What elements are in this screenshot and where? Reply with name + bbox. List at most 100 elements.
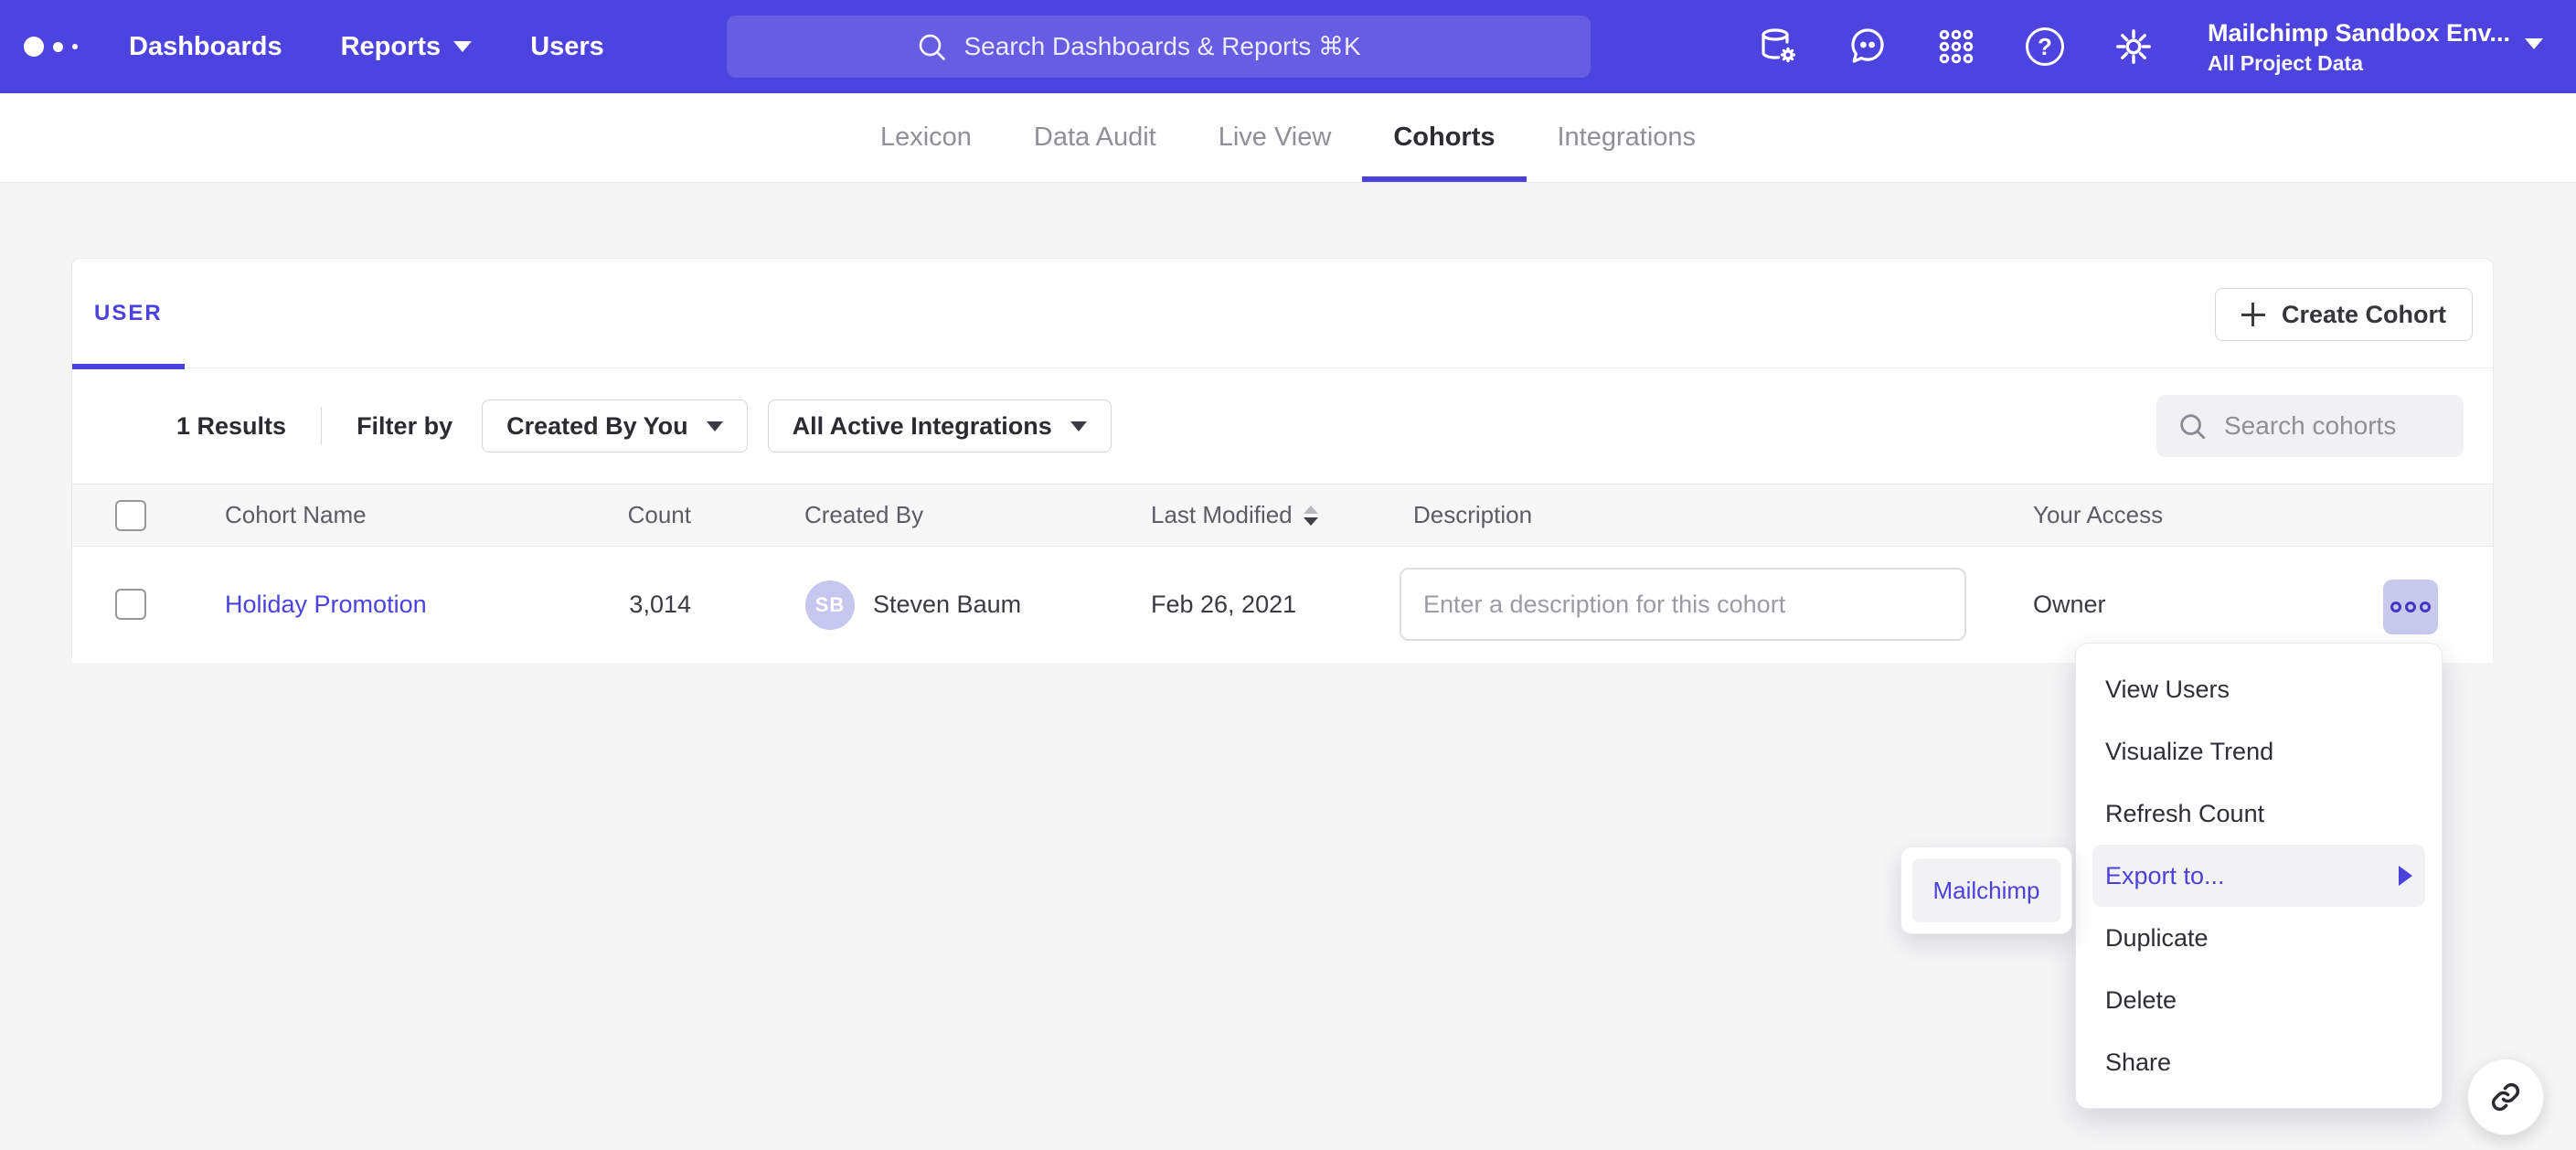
tab-live-view[interactable]: Live View xyxy=(1187,93,1363,182)
menu-item-refresh-count[interactable]: Refresh Count xyxy=(2076,783,2442,845)
chevron-down-icon xyxy=(453,41,472,52)
data-settings-icon[interactable] xyxy=(1757,25,1801,69)
menu-item-label: Share xyxy=(2105,1049,2171,1077)
dot-icon xyxy=(2420,602,2431,612)
column-label: Created By xyxy=(804,501,923,529)
card-header: USER Create Cohort xyxy=(72,259,2493,368)
logo-dot-small xyxy=(72,44,78,49)
tab-label: USER xyxy=(94,301,163,326)
menu-item-export-to[interactable]: Export to... xyxy=(2092,845,2425,907)
filter-integrations-dropdown[interactable]: All Active Integrations xyxy=(768,399,1112,453)
column-header-your-access[interactable]: Your Access xyxy=(2033,484,2163,546)
divider xyxy=(321,407,322,445)
nav-link-label: Reports xyxy=(341,32,442,62)
nav-link-dashboards[interactable]: Dashboards xyxy=(129,32,282,62)
tab-lexicon[interactable]: Lexicon xyxy=(849,93,1003,182)
filter-label: Created By You xyxy=(506,412,688,441)
search-icon xyxy=(2177,410,2208,442)
menu-item-label: View Users xyxy=(2105,676,2230,704)
last-modified-cell: Feb 26, 2021 xyxy=(1151,547,1296,663)
created-by-cell: Steven Baum xyxy=(873,547,1021,663)
menu-item-label: Duplicate xyxy=(2105,924,2209,953)
select-all-checkbox[interactable] xyxy=(115,500,146,531)
avatar: SB xyxy=(805,580,855,630)
chevron-down-icon xyxy=(1070,421,1087,431)
nav-link-label: Dashboards xyxy=(129,32,282,62)
dot-icon xyxy=(2390,602,2401,612)
menu-item-visualize-trend[interactable]: Visualize Trend xyxy=(2076,720,2442,783)
filter-toolbar: 1 Results Filter by Created By You All A… xyxy=(72,368,2493,484)
nav-icon-group: ? xyxy=(1757,0,2156,93)
tab-integrations[interactable]: Integrations xyxy=(1527,93,1728,182)
create-cohort-label: Create Cohort xyxy=(2282,301,2446,329)
dot-icon xyxy=(2405,602,2416,612)
tab-label: Lexicon xyxy=(880,122,972,153)
filter-created-by-dropdown[interactable]: Created By You xyxy=(482,399,748,453)
results-count: 1 Results xyxy=(176,412,286,441)
apps-grid-icon[interactable] xyxy=(1934,25,1978,69)
chevron-down-icon[interactable] xyxy=(2525,38,2543,49)
column-header-description[interactable]: Description xyxy=(1413,484,1532,546)
cohort-search-input[interactable] xyxy=(2224,411,2443,441)
submenu-arrow-icon xyxy=(2399,866,2412,886)
settings-icon[interactable] xyxy=(2112,25,2156,69)
nav-link-users[interactable]: Users xyxy=(530,32,604,62)
export-submenu: Mailchimp xyxy=(1900,847,2072,934)
project-switcher[interactable]: Mailchimp Sandbox Env... All Project Dat… xyxy=(2208,16,2510,77)
tab-user-cohorts[interactable]: USER xyxy=(72,259,185,368)
description-input[interactable] xyxy=(1400,568,1966,641)
menu-item-label: Export to... xyxy=(2105,862,2225,890)
mixpanel-logo-icon[interactable] xyxy=(24,37,78,57)
feedback-icon[interactable] xyxy=(1846,25,1889,69)
cohorts-card: USER Create Cohort 1 Results Filter by C… xyxy=(71,258,2494,663)
column-header-count[interactable]: Count xyxy=(502,484,691,546)
chevron-down-icon xyxy=(707,421,723,431)
tab-label: Data Audit xyxy=(1034,122,1156,153)
menu-item-label: Delete xyxy=(2105,986,2177,1015)
filter-label: All Active Integrations xyxy=(793,412,1052,441)
count-cell: 3,014 xyxy=(502,547,691,663)
table-header: Cohort Name Count Created By Last Modifi… xyxy=(72,484,2493,547)
menu-item-duplicate[interactable]: Duplicate xyxy=(2076,907,2442,969)
nav-links: Dashboards Reports Users xyxy=(129,32,604,62)
menu-item-label: Refresh Count xyxy=(2105,800,2264,828)
row-overflow-menu-button[interactable] xyxy=(2383,580,2438,634)
copy-link-button[interactable] xyxy=(2467,1059,2544,1135)
tab-data-audit[interactable]: Data Audit xyxy=(1003,93,1187,182)
column-label: Count xyxy=(628,501,691,529)
logo-dot-medium xyxy=(53,42,63,52)
global-search-input[interactable] xyxy=(964,32,1403,61)
column-header-last-modified[interactable]: Last Modified xyxy=(1151,484,1318,546)
tab-label: Cohorts xyxy=(1393,122,1495,153)
cohort-name-link[interactable]: Holiday Promotion xyxy=(225,591,427,619)
column-label: Last Modified xyxy=(1151,501,1293,529)
column-label: Your Access xyxy=(2033,501,2163,529)
help-icon[interactable]: ? xyxy=(2023,25,2067,69)
menu-item-delete[interactable]: Delete xyxy=(2076,969,2442,1031)
menu-item-share[interactable]: Share xyxy=(2076,1031,2442,1093)
row-context-menu: View Users Visualize Trend Refresh Count… xyxy=(2075,643,2443,1109)
column-label: Cohort Name xyxy=(225,501,367,529)
search-icon xyxy=(915,30,948,63)
sort-desc-icon xyxy=(1304,517,1318,526)
logo-dot-large xyxy=(24,37,44,57)
global-search[interactable] xyxy=(727,16,1591,78)
sort-asc-icon xyxy=(1304,506,1318,514)
filter-by-label: Filter by xyxy=(357,412,452,441)
top-navbar: Dashboards Reports Users xyxy=(0,0,2576,93)
column-header-created-by[interactable]: Created By xyxy=(804,484,923,546)
create-cohort-button[interactable]: Create Cohort xyxy=(2215,288,2473,341)
sort-icon[interactable] xyxy=(1304,506,1318,526)
app-root: Dashboards Reports Users xyxy=(0,0,2576,1150)
tab-label: Integrations xyxy=(1558,122,1697,153)
tab-cohorts[interactable]: Cohorts xyxy=(1362,93,1526,182)
row-checkbox[interactable] xyxy=(115,589,146,620)
menu-item-view-users[interactable]: View Users xyxy=(2076,658,2442,720)
submenu-item-mailchimp[interactable]: Mailchimp xyxy=(1912,858,2060,922)
help-glyph: ? xyxy=(2026,27,2064,66)
cohort-search[interactable] xyxy=(2156,395,2464,457)
nav-link-reports[interactable]: Reports xyxy=(341,32,473,62)
nav-link-label: Users xyxy=(530,32,604,62)
column-header-cohort-name[interactable]: Cohort Name xyxy=(225,484,367,546)
tab-label: Live View xyxy=(1219,122,1332,153)
